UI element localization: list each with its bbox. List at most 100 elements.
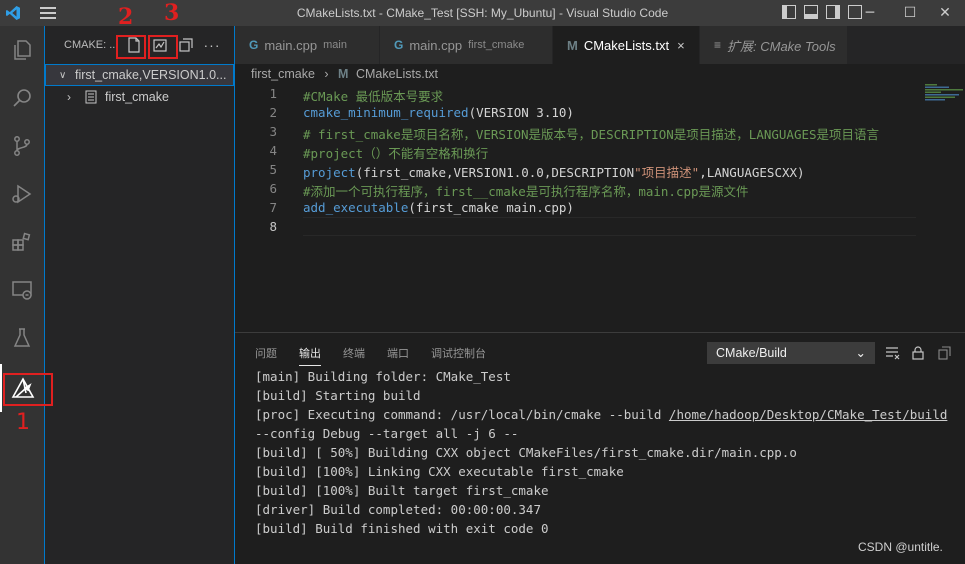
tab-debug-console[interactable]: 调试控制台 bbox=[431, 345, 486, 366]
testing-icon[interactable] bbox=[0, 314, 44, 362]
code-token: (first_cmake,VERSION1.0.0,DESCRIPTION bbox=[355, 165, 635, 180]
editor-tabs: G main.cpp main G main.cpp first_cmake M… bbox=[235, 26, 965, 64]
tab-main-cpp-main[interactable]: G main.cpp main bbox=[235, 26, 380, 64]
run-debug-icon[interactable] bbox=[0, 170, 44, 218]
code-token: (first_cmake main.cpp) bbox=[408, 200, 574, 215]
code-editor[interactable]: 1 #CMake 最低版本号要求 2 cmake_minimum_required(V… bbox=[235, 84, 965, 332]
breadcrumb-file[interactable]: CMakeLists.txt bbox=[356, 67, 438, 81]
tab-desc: first_cmake bbox=[468, 39, 525, 51]
output-text: [build] [100%] Built target first_cmake bbox=[255, 483, 549, 498]
output-text: [build] [100%] Linking CXX executable fi… bbox=[255, 464, 624, 479]
output-line: [build] [100%] Built target first_cmake bbox=[255, 483, 549, 498]
line-number: 6 bbox=[269, 181, 277, 196]
line-number: 8 bbox=[269, 219, 277, 234]
output-line: [build] Starting build bbox=[255, 388, 421, 403]
toggle-primary-sidebar-icon[interactable] bbox=[782, 5, 796, 19]
current-line-highlight bbox=[303, 217, 916, 236]
output-line: [build] [ 50%] Building CXX object CMake… bbox=[255, 445, 797, 460]
code-token: #project（）不能有空格和换行 bbox=[303, 146, 489, 161]
activity-bar bbox=[0, 26, 44, 564]
minimap[interactable] bbox=[925, 84, 965, 164]
extension-page-icon: ≡ bbox=[714, 38, 722, 52]
target-icon bbox=[85, 90, 105, 104]
tab-problems[interactable]: 问题 bbox=[255, 345, 277, 366]
tree-item-project[interactable]: ∨ first_cmake,VERSION1.0... bbox=[45, 64, 234, 86]
code-line: # first_cmake是项目名称，VERSION是版本号，DESCRIPTI… bbox=[303, 124, 879, 143]
tree-item-label: first_cmake bbox=[105, 90, 169, 104]
tab-main-cpp-first-cmake[interactable]: G main.cpp first_cmake bbox=[380, 26, 553, 64]
copy-icon[interactable] bbox=[937, 345, 953, 361]
bottom-panel: 问题 输出 终端 端口 调试控制台 CMake/Build ⌄ [main] B… bbox=[235, 332, 965, 564]
menu-icon[interactable] bbox=[36, 0, 60, 26]
line-number: 1 bbox=[269, 86, 277, 101]
code-token: # first_cmake是项目名称，VERSION是版本号，DESCRIPTI… bbox=[303, 127, 880, 142]
output-line: [proc] Executing command: /usr/local/bin… bbox=[255, 407, 947, 422]
toggle-panel-icon[interactable] bbox=[804, 5, 818, 19]
chevron-right-icon: › bbox=[324, 67, 329, 81]
code-line: add_executable(first_cmake main.cpp) bbox=[303, 200, 574, 215]
title-bar: CMakeLists.txt - CMake_Test [SSH: My_Ubu… bbox=[0, 0, 965, 26]
output-path-link[interactable]: /home/hadoop/Desktop/CMake_Test/build bbox=[669, 407, 947, 422]
output-text: [driver] Build completed: 00:00:00.347 bbox=[255, 502, 541, 517]
code-line: cmake_minimum_required(VERSION 3.10) bbox=[303, 105, 574, 120]
line-number: 5 bbox=[269, 162, 277, 177]
panel-tabs: 问题 输出 终端 端口 调试控制台 bbox=[255, 345, 486, 366]
collapse-all-icon[interactable] bbox=[177, 36, 195, 54]
tab-extension-cmake-tools[interactable]: ≡ 扩展: CMake Tools bbox=[700, 26, 848, 64]
code-line: project(first_cmake,VERSION1.0.0,DESCRIP… bbox=[303, 162, 805, 181]
output-text: [build] Build finished with exit code 0 bbox=[255, 521, 549, 536]
tab-ports[interactable]: 端口 bbox=[387, 345, 409, 366]
output-text: [main] Building folder: CMake_Test bbox=[255, 369, 511, 384]
cpp-icon: G bbox=[249, 38, 259, 52]
code-token: cmake_minimum_required bbox=[303, 105, 469, 120]
annotation-box-1 bbox=[3, 373, 53, 406]
sidebar-title: CMAKE: ... bbox=[64, 39, 119, 51]
output-line: [driver] Build completed: 00:00:00.347 bbox=[255, 502, 541, 517]
lock-icon[interactable] bbox=[910, 345, 926, 361]
output-channel-select[interactable]: CMake/Build ⌄ bbox=[707, 342, 875, 364]
explorer-icon[interactable] bbox=[0, 26, 44, 74]
output-line: [main] Building folder: CMake_Test bbox=[255, 369, 511, 384]
cmake-file-icon: M bbox=[338, 67, 349, 81]
output-text: [build] Starting build bbox=[255, 388, 421, 403]
close-tab-icon[interactable]: × bbox=[677, 38, 685, 53]
source-control-icon[interactable] bbox=[0, 122, 44, 170]
annotation-number-1: 1 bbox=[16, 410, 30, 435]
code-token: "项目描述" bbox=[634, 165, 700, 180]
code-token: add_executable bbox=[303, 200, 409, 215]
minimize-button[interactable]: ─ bbox=[850, 0, 890, 26]
output-text: [build] [ 50%] Building CXX object CMake… bbox=[255, 445, 797, 460]
output-channel-value: CMake/Build bbox=[716, 346, 787, 360]
annotation-box-3 bbox=[148, 35, 178, 59]
search-icon[interactable] bbox=[0, 74, 44, 122]
code-line: #CMake 最低版本号要求 bbox=[303, 86, 443, 105]
output-line: --config Debug --target all -j 6 -- bbox=[255, 426, 518, 441]
tab-cmakelists[interactable]: M CMakeLists.txt × bbox=[553, 26, 700, 64]
toggle-secondary-sidebar-icon[interactable] bbox=[826, 5, 840, 19]
output-text: [proc] Executing command: /usr/local/bin… bbox=[255, 407, 669, 422]
output-line: [build] Build finished with exit code 0 bbox=[255, 521, 549, 536]
tab-output[interactable]: 输出 bbox=[299, 345, 321, 366]
code-line: #project（）不能有空格和换行 bbox=[303, 143, 488, 162]
annotation-number-3: 3 bbox=[164, 0, 180, 26]
maximize-button[interactable]: ☐ bbox=[890, 0, 930, 26]
breadcrumb-folder[interactable]: first_cmake bbox=[251, 67, 315, 81]
line-number: 7 bbox=[269, 200, 277, 215]
annotation-box-2 bbox=[116, 35, 146, 59]
tab-label: main.cpp bbox=[264, 37, 318, 53]
tab-label: CMakeLists.txt bbox=[583, 37, 670, 53]
breadcrumb: first_cmake › M CMakeLists.txt bbox=[251, 64, 438, 84]
line-number: 2 bbox=[269, 105, 277, 120]
code-token: #CMake 最低版本号要求 bbox=[303, 89, 444, 104]
output-line: [build] [100%] Linking CXX executable fi… bbox=[255, 464, 624, 479]
extensions-icon[interactable] bbox=[0, 218, 44, 266]
watermark: CSDN @untitle. bbox=[858, 540, 943, 554]
tree-item-label: first_cmake,VERSION1.0... bbox=[75, 68, 227, 82]
more-actions-icon[interactable]: ··· bbox=[203, 36, 221, 54]
close-window-button[interactable]: ✕ bbox=[925, 0, 965, 26]
tree-item-target[interactable]: › first_cmake bbox=[45, 86, 234, 108]
remote-explorer-icon[interactable] bbox=[0, 266, 44, 314]
tab-label: 扩展: CMake Tools bbox=[727, 38, 836, 54]
filter-list-icon[interactable] bbox=[885, 345, 901, 361]
tab-terminal[interactable]: 终端 bbox=[343, 345, 365, 366]
